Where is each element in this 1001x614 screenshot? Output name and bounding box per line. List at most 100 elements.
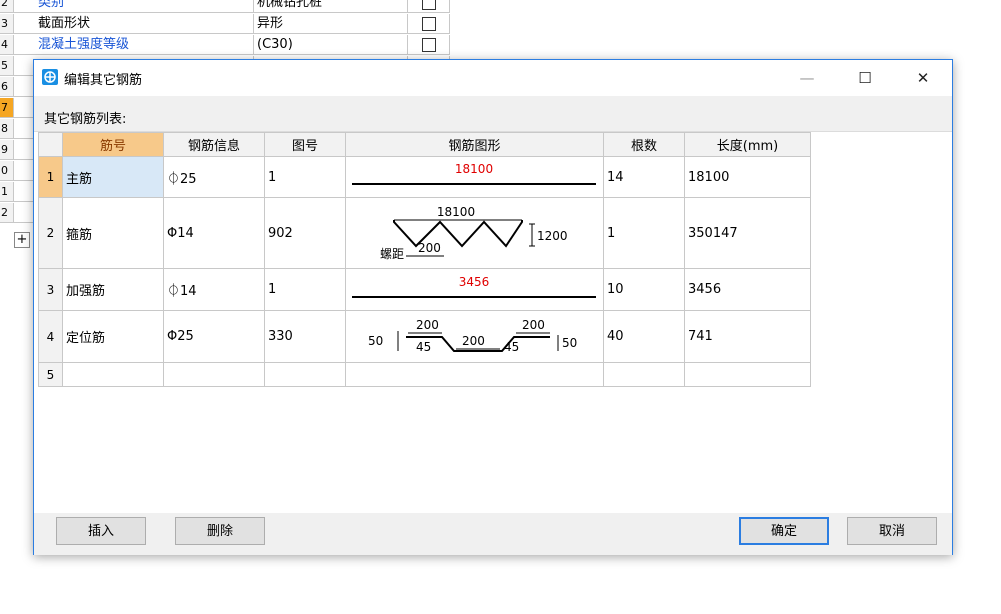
spiral-bar-figure: 18100 1200 螺距 200	[380, 205, 568, 261]
length-cell[interactable]: 18100	[684, 156, 811, 198]
col-header-fig-no[interactable]: 图号	[264, 132, 346, 157]
pitch-label: 螺距	[380, 247, 404, 261]
property-name: 截面形状	[14, 14, 254, 34]
property-row-number[interactable]: 0	[0, 161, 14, 181]
checkbox[interactable]	[422, 0, 436, 10]
bar-info-cell[interactable]: ⏀14	[163, 268, 265, 311]
dialog-title: 编辑其它钢筋	[64, 73, 143, 88]
list-header: 其它钢筋列表:	[34, 96, 952, 132]
fig-no-cell[interactable]: 1	[264, 156, 346, 198]
bar-name-cell[interactable]: 箍筋	[62, 197, 164, 269]
rebar-grid-area: 筋号 钢筋信息 图号 钢筋图形 根数 长度(mm) 1 主筋 ⏀25 1 181…	[34, 132, 952, 513]
dimension-label: 45	[416, 340, 431, 354]
dialog-titlebar: 编辑其它钢筋 — ☐ ✕	[34, 60, 952, 96]
table-header-row: 筋号 钢筋信息 图号 钢筋图形 根数 长度(mm)	[38, 132, 811, 157]
fig-no-cell[interactable]: 330	[264, 310, 346, 363]
property-row-number[interactable]: 8	[0, 119, 14, 139]
bar-shape-cell[interactable]: 18100	[345, 156, 604, 198]
row-number[interactable]: 4	[38, 310, 63, 363]
length-cell[interactable]: 741	[684, 310, 811, 363]
property-row-number[interactable]: 6	[0, 77, 14, 97]
checkbox[interactable]	[422, 17, 436, 31]
dialog-footer: 插入 删除 确定 取消	[34, 513, 952, 555]
bar-name-cell[interactable]: 主筋	[62, 156, 164, 198]
ok-button[interactable]: 确定	[739, 517, 829, 545]
property-row-number[interactable]: 3	[0, 14, 14, 34]
property-row-number[interactable]: 2	[0, 203, 14, 223]
row-number[interactable]: 3	[38, 268, 63, 311]
count-cell[interactable]	[603, 362, 685, 387]
count-cell[interactable]: 10	[603, 268, 685, 311]
dimension-label: 200	[522, 318, 545, 332]
property-row-number[interactable]: 7	[0, 98, 14, 118]
bar-info-cell[interactable]: ⏀25	[163, 156, 265, 198]
property-value[interactable]: (C30)	[254, 35, 408, 55]
straight-bar-figure: 18100	[352, 162, 596, 185]
straight-bar-figure: 3456	[352, 275, 596, 298]
bar-info-cell[interactable]	[163, 362, 265, 387]
property-value[interactable]: 机械钻孔桩	[254, 0, 408, 13]
bar-shape-cell[interactable]: 3456	[345, 268, 604, 311]
bar-shape-cell[interactable]	[345, 362, 604, 387]
edit-other-rebar-dialog: 编辑其它钢筋 — ☐ ✕ 其它钢筋列表: 筋号 钢筋信息 图号 钢筋图形 根数 …	[33, 59, 953, 555]
property-row-number[interactable]: 9	[0, 140, 14, 160]
insert-button[interactable]: 插入	[56, 517, 146, 545]
dimension-label: 50	[562, 336, 577, 350]
bar-info-cell[interactable]: Φ25	[163, 310, 265, 363]
property-row-number[interactable]: 4	[0, 35, 14, 55]
bar-name-cell[interactable]: 加强筋	[62, 268, 164, 311]
length-cell[interactable]	[684, 362, 811, 387]
dimension-label: 18100	[455, 162, 493, 176]
dimension-label: 50	[368, 334, 383, 348]
property-row-number[interactable]: 5	[0, 56, 14, 76]
col-header-bar-no[interactable]: 筋号	[62, 132, 164, 157]
property-row[interactable]: 4 混凝土强度等级 (C30)	[0, 35, 450, 55]
dimension-label: 200	[418, 241, 441, 255]
bar-shape-cell[interactable]: 18100 1200 螺距 200	[345, 197, 604, 269]
length-cell[interactable]: 350147	[684, 197, 811, 269]
property-row[interactable]: 3 截面形状 异形	[0, 14, 450, 34]
fig-no-cell[interactable]: 902	[264, 197, 346, 269]
property-checkbox-cell	[408, 35, 450, 55]
row-number[interactable]: 1	[38, 156, 63, 198]
table-row[interactable]: 3 加强筋 ⏀14 1 3456 10 3456	[38, 268, 811, 311]
table-row[interactable]: 1 主筋 ⏀25 1 18100 14 18100	[38, 156, 811, 198]
expand-icon[interactable]: +	[14, 232, 30, 248]
row-number[interactable]: 5	[38, 362, 63, 387]
fig-no-cell[interactable]	[264, 362, 346, 387]
property-checkbox-cell	[408, 14, 450, 34]
bar-name-cell[interactable]: 定位筋	[62, 310, 164, 363]
maximize-button[interactable]: ☐	[842, 60, 888, 96]
dimension-label: 3456	[459, 275, 490, 289]
row-number[interactable]: 2	[38, 197, 63, 269]
property-row-number[interactable]: 2	[0, 0, 14, 13]
table-row[interactable]: 2 箍筋 Φ14 902 18100 1 200 螺距 200 1 350147	[38, 197, 811, 269]
fig-no-cell[interactable]: 1	[264, 268, 346, 311]
delete-button[interactable]: 删除	[175, 517, 265, 545]
table-row[interactable]: 5	[38, 362, 811, 387]
count-cell[interactable]: 14	[603, 156, 685, 198]
property-value[interactable]: 异形	[254, 14, 408, 34]
close-button[interactable]: ✕	[900, 60, 946, 96]
minimize-button[interactable]: —	[784, 60, 830, 96]
col-header-count[interactable]: 根数	[603, 132, 685, 157]
property-checkbox-cell	[408, 0, 450, 13]
count-cell[interactable]: 40	[603, 310, 685, 363]
property-row-number[interactable]: 1	[0, 182, 14, 202]
col-header-length[interactable]: 长度(mm)	[684, 132, 811, 157]
count-cell[interactable]: 1	[603, 197, 685, 269]
table-row[interactable]: 4 定位筋 Φ25 330 50 200 45 200 45 200 50 40…	[38, 310, 811, 363]
bar-shape-cell[interactable]: 50 200 45 200 45 200 50	[345, 310, 604, 363]
property-name: 混凝土强度等级	[14, 35, 254, 55]
checkbox[interactable]	[422, 38, 436, 52]
bar-info-cell[interactable]: Φ14	[163, 197, 265, 269]
bar-name-cell[interactable]	[62, 362, 164, 387]
dimension-label: 18100	[437, 205, 475, 219]
locating-bar-figure: 50 200 45 200 45 200 50	[368, 318, 577, 354]
cancel-button[interactable]: 取消	[847, 517, 937, 545]
property-row[interactable]: 2 类别 机械钻孔桩	[0, 0, 450, 13]
dimension-label: 45	[504, 340, 519, 354]
col-header-bar-info[interactable]: 钢筋信息	[163, 132, 265, 157]
col-header-bar-shape[interactable]: 钢筋图形	[345, 132, 604, 157]
length-cell[interactable]: 3456	[684, 268, 811, 311]
